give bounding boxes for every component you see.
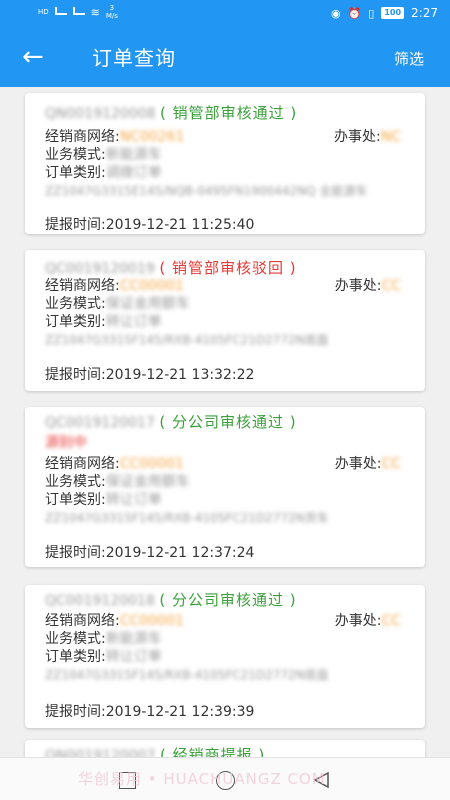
business-mode-label: 业务模式: (45, 631, 106, 647)
vibrate-icon: ▯ (368, 6, 375, 20)
watermark: 华创易用 • HUACHUANGZ COM (78, 770, 326, 788)
signal-2-icon (72, 7, 85, 17)
order-list[interactable]: QN0019120008 ( 销管部审核通过 ) 经销商网络:NC00261 办… (0, 87, 450, 757)
network-speed: 3 M/s (106, 4, 118, 20)
status-bar: HD ≋ 3 M/s ◉ ⏰ ▯ 100 2:27 (0, 0, 450, 30)
business-mode-label: 业务模式: (45, 296, 106, 312)
order-type-value: 调拨订单 (105, 165, 162, 181)
order-card[interactable]: QN0019120008 ( 销管部审核通过 ) 经销商网络:NC00261 办… (25, 93, 425, 234)
order-number: QN0019120007 (45, 748, 156, 757)
order-card[interactable]: QC0019120017 ( 分公司审核通过 ) 源别中 经销商网络:CC000… (25, 407, 425, 567)
order-status: ( 分公司审核通过 ) (159, 413, 297, 431)
order-status: ( 销管部审核驳回 ) (159, 259, 297, 277)
business-mode-value: 保证金用额车 (105, 296, 190, 312)
vehicle-model: ZZ1047G3315E145/NQB-0495FN1900442NQ 全能源车 (45, 184, 368, 198)
speed-value: 3 (109, 4, 115, 12)
business-mode-value: 保证金用额车 (105, 474, 190, 490)
status-time: 2:27 (411, 6, 438, 20)
order-card[interactable]: QN0019120007 ( 经销商提报 ) (25, 740, 425, 757)
signal-icon (54, 7, 67, 17)
report-time-label: 提报时间: (45, 545, 106, 561)
network-label: 经销商网络: (45, 613, 120, 629)
order-number: QC0019120017 (45, 415, 155, 431)
report-time-value: 2019-12-21 11:25:40 (105, 217, 255, 233)
office-label: 办事处: (334, 129, 381, 145)
office-label: 办事处: (334, 613, 382, 629)
battery-icon: 100 (381, 7, 405, 19)
order-status: ( 销管部审核通过 ) (160, 104, 298, 122)
order-number: QC0019120018 (45, 593, 155, 609)
eye-icon: ◉ (330, 6, 341, 20)
order-card[interactable]: QC0019120018 ( 分公司审核通过 ) 经销商网络:CC00001 办… (25, 585, 425, 728)
hd-icon: HD (38, 7, 49, 16)
office-value: CC (381, 456, 401, 472)
order-status: ( 经销商提报 ) (160, 746, 266, 757)
office-label: 办事处: (334, 456, 382, 472)
network-label: 经销商网络: (45, 278, 120, 294)
office-value: CC (381, 278, 401, 294)
page-title: 订单查询 (92, 46, 176, 70)
business-mode-label: 业务模式: (45, 474, 106, 490)
vehicle-model: ZZ1047G3315F145/RXB-4105FC21D2772N底盘 (45, 668, 329, 682)
business-mode-label: 业务模式: (45, 147, 106, 163)
report-time-label: 提报时间: (45, 367, 106, 383)
report-time-label: 提报时间: (45, 217, 106, 233)
office-label: 办事处: (334, 278, 382, 294)
network-value: CC00001 (119, 456, 184, 472)
network-value: NC00261 (119, 129, 185, 145)
order-type-value: 转让订单 (105, 649, 162, 665)
order-type-label: 订单类别: (45, 165, 106, 181)
report-time-label: 提报时间: (45, 704, 106, 720)
order-type-label: 订单类别: (45, 649, 106, 665)
order-card[interactable]: QC0019120019 ( 销管部审核驳回 ) 经销商网络:CC00001 办… (25, 250, 425, 391)
vehicle-model: ZZ1047G3315F145/RXB-4105FC21D2772N货车 (45, 511, 329, 525)
order-substatus: 源别中 (45, 435, 87, 451)
filter-button[interactable]: 筛选 (394, 48, 424, 70)
report-time-value: 2019-12-21 13:32:22 (105, 367, 255, 383)
network-label: 经销商网络: (45, 129, 120, 145)
business-mode-value: 新能源车 (105, 631, 162, 647)
order-number: QN0019120008 (45, 106, 156, 122)
alarm-icon: ⏰ (347, 6, 362, 20)
network-label: 经销商网络: (45, 456, 120, 472)
order-number: QC0019120019 (45, 261, 155, 277)
office-value: CC (381, 613, 401, 629)
app-bar: ← 订单查询 筛选 (0, 30, 450, 87)
vehicle-model: ZZ1047G3315F145/RXB-4105FC21D2772N底盘 (45, 333, 329, 347)
speed-unit: M/s (105, 12, 118, 20)
report-time-value: 2019-12-21 12:37:24 (105, 545, 255, 561)
order-type-label: 订单类别: (45, 492, 106, 508)
network-value: CC00001 (119, 613, 184, 629)
office-value: NC (380, 129, 401, 145)
order-type-value: 转让订单 (105, 492, 162, 508)
order-status: ( 分公司审核通过 ) (159, 591, 297, 609)
order-type-value: 转让订单 (105, 314, 162, 330)
order-type-label: 订单类别: (45, 314, 106, 330)
status-left: HD ≋ 3 M/s (38, 4, 118, 20)
back-arrow-icon[interactable]: ← (22, 43, 44, 71)
status-right: ◉ ⏰ ▯ 100 2:27 (331, 6, 438, 20)
business-mode-value: 新能源车 (105, 147, 162, 163)
report-time-value: 2019-12-21 12:39:39 (105, 704, 255, 720)
wifi-icon: ≋ (90, 5, 100, 19)
network-value: CC00001 (119, 278, 184, 294)
